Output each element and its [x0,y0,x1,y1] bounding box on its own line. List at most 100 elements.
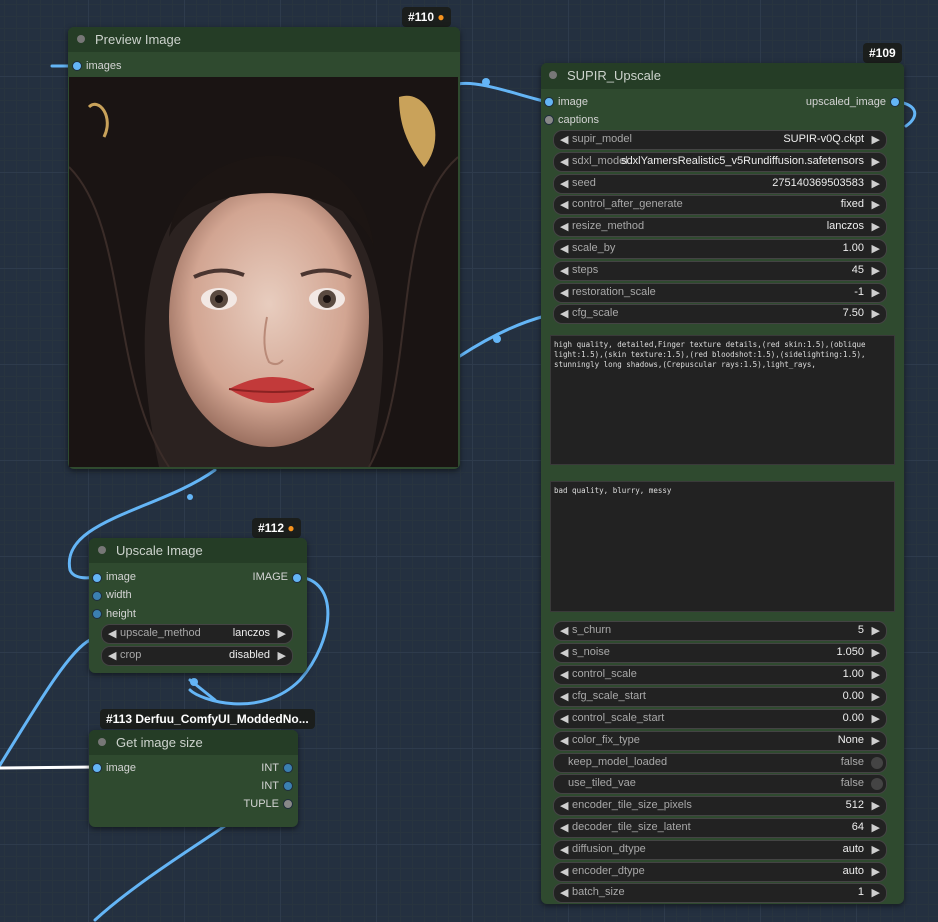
collapse-dot[interactable] [549,71,557,79]
decrement-arrow-icon[interactable]: ◀ [560,668,568,681]
widget-batch-size[interactable]: ◀ batch_size 1 ▶ [553,883,887,903]
input-socket-image[interactable] [92,573,102,583]
decrement-arrow-icon[interactable]: ◀ [560,843,568,856]
positive-prompt-textarea[interactable]: high quality, detailed,Finger texture de… [550,335,895,465]
increment-arrow-icon[interactable]: ▶ [872,668,880,681]
decrement-arrow-icon[interactable]: ◀ [560,133,568,146]
toggle-knob[interactable] [871,757,883,769]
input-socket-width[interactable] [92,591,102,601]
decrement-arrow-icon[interactable]: ◀ [560,220,568,233]
decrement-arrow-icon[interactable]: ◀ [560,799,568,812]
node-header[interactable]: Get image size [89,730,298,755]
increment-arrow-icon[interactable]: ▶ [872,799,880,812]
toggle-use-tiled-vae[interactable]: use_tiled_vae false [553,774,887,794]
wire-to-supir-image [456,81,550,104]
toggle-knob[interactable] [871,778,883,790]
decrement-arrow-icon[interactable]: ◀ [560,198,568,211]
widget-control-scale[interactable]: ◀ control_scale 1.00 ▶ [553,665,887,685]
preview-image-node[interactable]: Preview Image images [68,27,460,469]
increment-arrow-icon[interactable]: ▶ [872,177,880,190]
increment-arrow-icon[interactable]: ▶ [872,865,880,878]
increment-arrow-icon[interactable]: ▶ [872,264,880,277]
increment-arrow-icon[interactable]: ▶ [872,843,880,856]
collapse-dot[interactable] [98,546,106,554]
increment-arrow-icon[interactable]: ▶ [872,198,880,211]
toggle-keep-model-loaded[interactable]: keep_model_loaded false [553,753,887,773]
input-socket-images[interactable] [72,61,82,71]
increment-arrow-icon[interactable]: ▶ [872,155,880,168]
collapse-dot[interactable] [77,35,85,43]
widget-cfg-scale[interactable]: ◀ cfg_scale 7.50 ▶ [553,304,887,324]
widget-s-churn[interactable]: ◀ s_churn 5 ▶ [553,621,887,641]
widget-supir-model[interactable]: ◀ supir_model SUPIR-v0Q.ckpt ▶ [553,130,887,150]
node-header[interactable]: SUPIR_Upscale [541,63,904,89]
decrement-arrow-icon[interactable]: ◀ [560,821,568,834]
increment-arrow-icon[interactable]: ▶ [872,734,880,747]
widget-control-after-generate[interactable]: ◀ control_after_generate fixed ▶ [553,195,887,215]
widget-encoder-dtype[interactable]: ◀ encoder_dtype auto ▶ [553,862,887,882]
decrement-arrow-icon[interactable]: ◀ [560,286,568,299]
decrement-arrow-icon[interactable]: ◀ [560,177,568,190]
node-header[interactable]: Preview Image [68,27,460,52]
increment-arrow-icon[interactable]: ▶ [872,286,880,299]
decrement-arrow-icon[interactable]: ◀ [560,712,568,725]
increment-arrow-icon[interactable]: ▶ [872,242,880,255]
output-socket-upscaled-image[interactable] [890,97,900,107]
widget-steps[interactable]: ◀ steps 45 ▶ [553,261,887,281]
increment-arrow-icon[interactable]: ▶ [872,307,880,320]
wire-white [0,765,97,770]
increment-arrow-icon[interactable]: ▶ [872,690,880,703]
decrement-arrow-icon[interactable]: ◀ [560,242,568,255]
widget-color-fix-type[interactable]: ◀ color_fix_type None ▶ [553,731,887,751]
supir-upscale-node[interactable]: SUPIR_Upscale image captions upscaled_im… [541,63,904,904]
widget-encoder-tile-size-pixels[interactable]: ◀ encoder_tile_size_pixels 512 ▶ [553,796,887,816]
increment-arrow-icon[interactable]: ▶ [872,646,880,659]
widget-resize-method[interactable]: ◀ resize_method lanczos ▶ [553,217,887,237]
output-socket-int[interactable] [283,781,293,791]
widget-seed[interactable]: ◀ seed 275140369503583 ▶ [553,174,887,194]
decrement-arrow-icon[interactable]: ◀ [108,649,116,662]
decrement-arrow-icon[interactable]: ◀ [560,865,568,878]
widget-decoder-tile-size-latent[interactable]: ◀ decoder_tile_size_latent 64 ▶ [553,818,887,838]
input-socket-image[interactable] [92,763,102,773]
increment-arrow-icon[interactable]: ▶ [872,133,880,146]
increment-arrow-icon[interactable]: ▶ [872,821,880,834]
decrement-arrow-icon[interactable]: ◀ [560,307,568,320]
increment-arrow-icon[interactable]: ▶ [872,886,880,899]
decrement-arrow-icon[interactable]: ◀ [560,264,568,277]
widget-s-noise[interactable]: ◀ s_noise 1.050 ▶ [553,643,887,663]
portrait-photo [69,77,458,467]
increment-arrow-icon[interactable]: ▶ [872,712,880,725]
upscale-image-node[interactable]: Upscale Image image width height IMAGE ◀… [89,538,307,673]
node-header[interactable]: Upscale Image [89,538,307,563]
decrement-arrow-icon[interactable]: ◀ [560,624,568,637]
negative-prompt-textarea[interactable]: bad quality, blurry, messy [550,481,895,612]
output-socket-int[interactable] [283,763,293,773]
decrement-arrow-icon[interactable]: ◀ [560,646,568,659]
decrement-arrow-icon[interactable]: ◀ [560,155,568,168]
input-label: image [106,762,136,774]
widget-upscale-method[interactable]: ◀ upscale_method lanczos ▶ [101,624,293,644]
increment-arrow-icon[interactable]: ▶ [278,627,286,640]
widget-diffusion-dtype[interactable]: ◀ diffusion_dtype auto ▶ [553,840,887,860]
widget-crop[interactable]: ◀ crop disabled ▶ [101,646,293,666]
widget-control-scale-start[interactable]: ◀ control_scale_start 0.00 ▶ [553,709,887,729]
get-image-size-node[interactable]: Get image size image INT INT TUPLE [89,730,298,827]
widget-cfg-scale-start[interactable]: ◀ cfg_scale_start 0.00 ▶ [553,687,887,707]
decrement-arrow-icon[interactable]: ◀ [560,690,568,703]
input-socket-height[interactable] [92,609,102,619]
output-socket-tuple[interactable] [283,799,293,809]
input-socket-captions[interactable] [544,115,554,125]
collapse-dot[interactable] [98,738,106,746]
widget-scale-by[interactable]: ◀ scale_by 1.00 ▶ [553,239,887,259]
decrement-arrow-icon[interactable]: ◀ [560,886,568,899]
increment-arrow-icon[interactable]: ▶ [872,624,880,637]
increment-arrow-icon[interactable]: ▶ [872,220,880,233]
increment-arrow-icon[interactable]: ▶ [278,649,286,662]
input-socket-image[interactable] [544,97,554,107]
output-socket-image[interactable] [292,573,302,583]
decrement-arrow-icon[interactable]: ◀ [108,627,116,640]
widget-restoration-scale[interactable]: ◀ restoration_scale -1 ▶ [553,283,887,303]
decrement-arrow-icon[interactable]: ◀ [560,734,568,747]
widget-sdxl-model[interactable]: ◀ sdxl_model sdxlYamersRealistic5_v5Rundif… [553,152,887,172]
